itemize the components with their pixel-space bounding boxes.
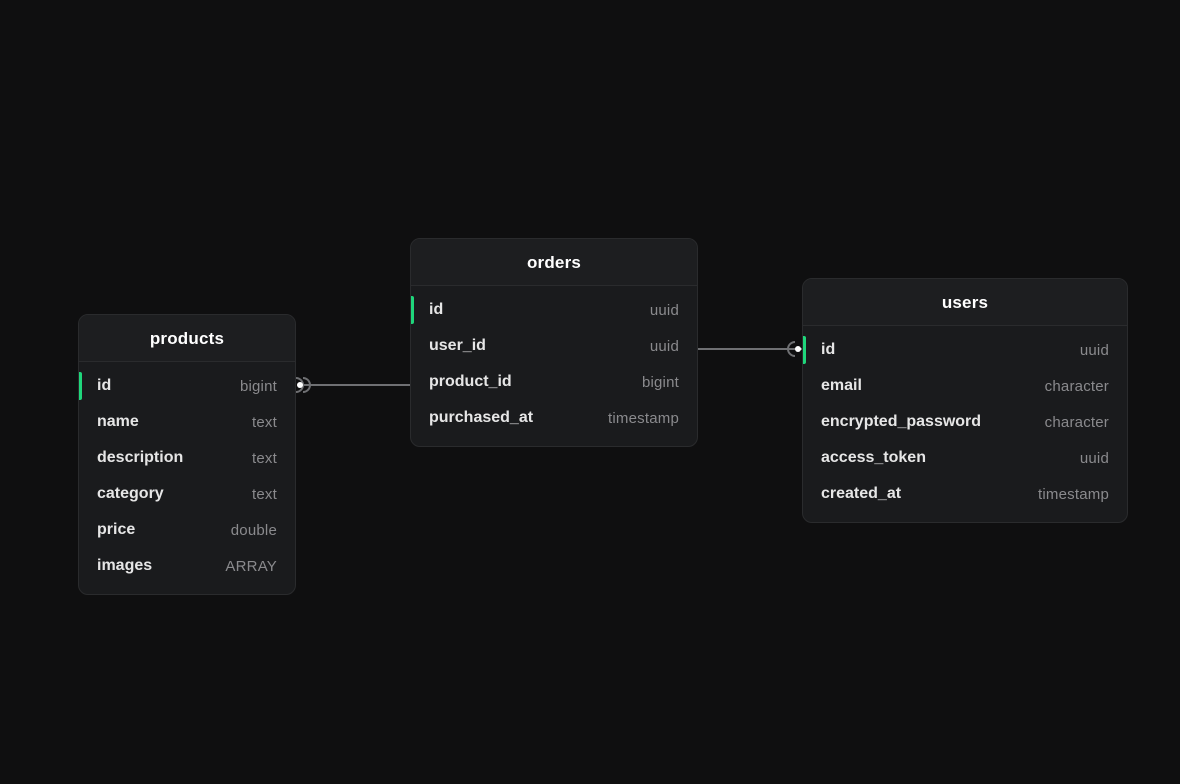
field-name: email bbox=[821, 377, 862, 395]
field-type: bigint bbox=[240, 378, 277, 395]
field-type: uuid bbox=[1080, 450, 1109, 467]
field-name: created_at bbox=[821, 485, 901, 503]
table-orders[interactable]: orders id uuid user_id uuid product_id b… bbox=[410, 238, 698, 447]
pk-indicator bbox=[79, 372, 82, 400]
relation-dot-users bbox=[795, 346, 801, 352]
field-type: timestamp bbox=[1038, 486, 1109, 503]
field-name: id bbox=[821, 341, 835, 359]
field-type: bigint bbox=[642, 374, 679, 391]
field-row-orders-user-id[interactable]: user_id uuid bbox=[411, 328, 697, 364]
table-body-products: id bigint name text description text cat… bbox=[79, 362, 295, 594]
relation-dot-products bbox=[297, 382, 303, 388]
pk-indicator bbox=[803, 336, 806, 364]
table-products[interactable]: products id bigint name text description… bbox=[78, 314, 296, 595]
field-row-products-price[interactable]: price double bbox=[79, 512, 295, 548]
field-name: id bbox=[97, 377, 111, 395]
field-row-products-id[interactable]: id bigint bbox=[79, 368, 295, 404]
field-type: text bbox=[252, 450, 277, 467]
table-body-users: id uuid email character encrypted_passwo… bbox=[803, 326, 1127, 522]
field-name: encrypted_password bbox=[821, 413, 981, 431]
field-row-products-description[interactable]: description text bbox=[79, 440, 295, 476]
table-header-orders[interactable]: orders bbox=[411, 239, 697, 286]
diagram-canvas[interactable]: products id bigint name text description… bbox=[0, 0, 1180, 784]
table-title-products: products bbox=[95, 329, 279, 349]
field-row-users-encrypted-password[interactable]: encrypted_password character bbox=[803, 404, 1127, 440]
field-name: images bbox=[97, 557, 152, 575]
field-row-products-name[interactable]: name text bbox=[79, 404, 295, 440]
field-name: name bbox=[97, 413, 139, 431]
field-type: uuid bbox=[650, 302, 679, 319]
field-type: character bbox=[1045, 414, 1109, 431]
pk-indicator bbox=[411, 296, 414, 324]
field-type: uuid bbox=[650, 338, 679, 355]
field-row-users-email[interactable]: email character bbox=[803, 368, 1127, 404]
field-name: price bbox=[97, 521, 135, 539]
table-header-users[interactable]: users bbox=[803, 279, 1127, 326]
field-type: text bbox=[252, 414, 277, 431]
table-body-orders: id uuid user_id uuid product_id bigint p… bbox=[411, 286, 697, 446]
table-title-orders: orders bbox=[427, 253, 681, 273]
field-name: category bbox=[97, 485, 164, 503]
field-type: character bbox=[1045, 378, 1109, 395]
field-type: ARRAY bbox=[225, 558, 277, 575]
field-type: timestamp bbox=[608, 410, 679, 427]
field-row-products-category[interactable]: category text bbox=[79, 476, 295, 512]
relation-cap-products bbox=[303, 378, 310, 392]
table-title-users: users bbox=[819, 293, 1111, 313]
field-name: access_token bbox=[821, 449, 926, 467]
field-row-users-access-token[interactable]: access_token uuid bbox=[803, 440, 1127, 476]
field-name: purchased_at bbox=[429, 409, 533, 427]
field-row-orders-product-id[interactable]: product_id bigint bbox=[411, 364, 697, 400]
field-name: id bbox=[429, 301, 443, 319]
field-name: description bbox=[97, 449, 183, 467]
table-header-products[interactable]: products bbox=[79, 315, 295, 362]
field-row-products-images[interactable]: images ARRAY bbox=[79, 548, 295, 584]
relation-cap-users bbox=[788, 342, 795, 356]
field-name: user_id bbox=[429, 337, 486, 355]
field-row-users-id[interactable]: id uuid bbox=[803, 332, 1127, 368]
field-type: double bbox=[231, 522, 277, 539]
field-name: product_id bbox=[429, 373, 512, 391]
field-row-orders-id[interactable]: id uuid bbox=[411, 292, 697, 328]
field-type: uuid bbox=[1080, 342, 1109, 359]
field-row-orders-purchased-at[interactable]: purchased_at timestamp bbox=[411, 400, 697, 436]
field-row-users-created-at[interactable]: created_at timestamp bbox=[803, 476, 1127, 512]
table-users[interactable]: users id uuid email character encrypted_… bbox=[802, 278, 1128, 523]
field-type: text bbox=[252, 486, 277, 503]
